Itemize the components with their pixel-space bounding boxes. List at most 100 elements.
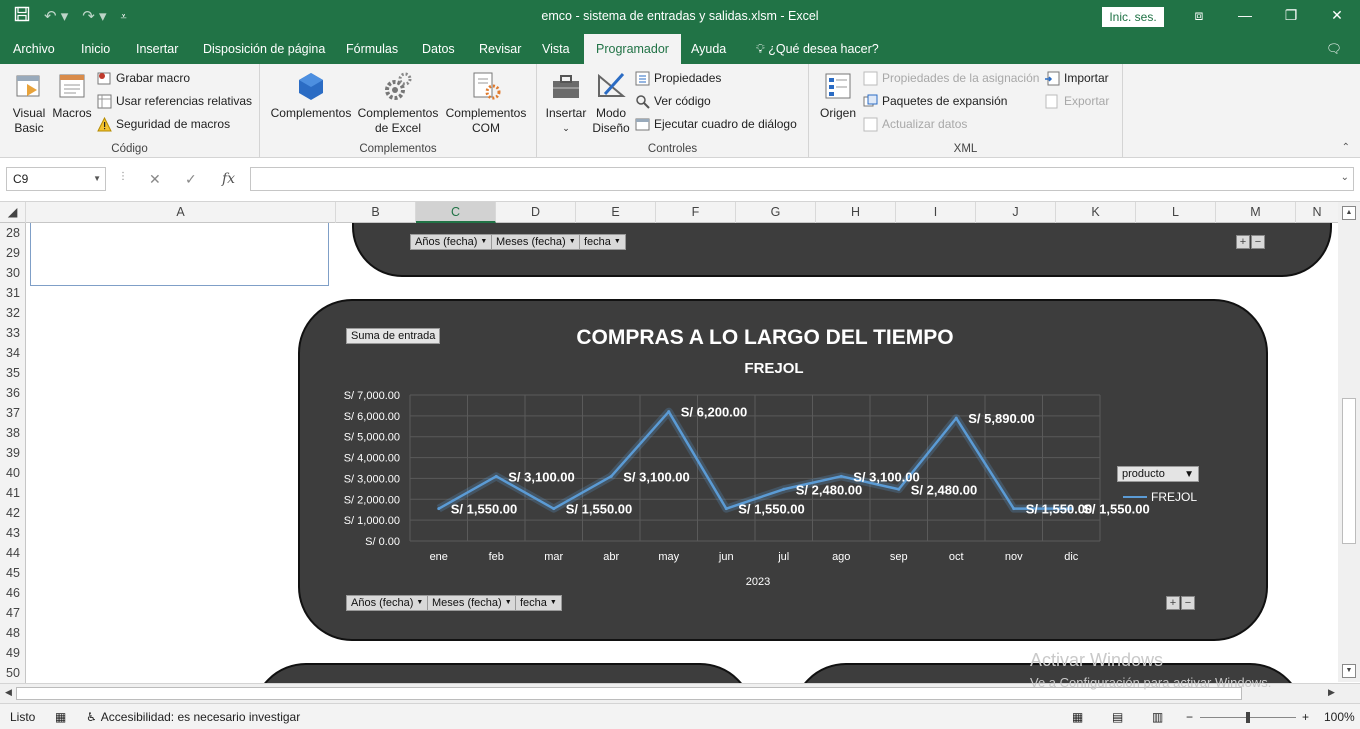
row-header[interactable]: 41 — [0, 483, 25, 503]
comments-icon[interactable]: 🗨︎ — [1318, 34, 1350, 64]
scroll-down-arrow-icon[interactable]: ▼ — [1342, 664, 1356, 678]
zoom-in-icon[interactable]: + — [1302, 710, 1309, 724]
tab-archivo[interactable]: Archivo — [5, 34, 63, 64]
map-properties-button[interactable]: Propiedades de la asignación — [863, 68, 1039, 88]
row-header[interactable]: 46 — [0, 583, 25, 603]
name-box[interactable]: C9 ▼ — [6, 167, 106, 191]
select-all-corner[interactable]: ◢ — [0, 202, 26, 223]
tab-formulas[interactable]: Fórmulas — [338, 34, 406, 64]
view-code-button[interactable]: Ver código — [635, 91, 711, 111]
column-header-m[interactable]: M — [1216, 202, 1296, 223]
macro-security-button[interactable]: Seguridad de macros — [97, 114, 230, 134]
accessibility-status[interactable]: ♿︎ Accesibilidad: es necesario investiga… — [86, 710, 300, 724]
xml-source-button[interactable]: Origen — [815, 70, 861, 121]
collapse-field-button[interactable]: − — [1181, 596, 1195, 610]
row-header[interactable]: 36 — [0, 383, 25, 403]
row-header[interactable]: 38 — [0, 423, 25, 443]
pivot-chart-bottom-right[interactable] — [792, 663, 1304, 683]
tab-revisar[interactable]: Revisar — [471, 34, 529, 64]
column-header-c[interactable]: C — [416, 202, 496, 223]
cancel-icon[interactable]: ✕ — [149, 171, 161, 188]
zoom-level[interactable]: 100% — [1324, 710, 1355, 724]
formula-input[interactable]: ⌄ — [250, 167, 1354, 191]
pivot-chart-bottom-left[interactable] — [252, 663, 754, 683]
row-header[interactable]: 40 — [0, 463, 25, 483]
tab-disposicion[interactable]: Disposición de página — [195, 34, 333, 64]
row-header[interactable]: 35 — [0, 363, 25, 383]
cell-range-a28-a30[interactable] — [30, 223, 329, 286]
row-header[interactable]: 48 — [0, 623, 25, 643]
column-header-d[interactable]: D — [496, 202, 576, 223]
row-header[interactable]: 39 — [0, 443, 25, 463]
com-add-ins-button[interactable]: Complementos COM — [442, 70, 530, 136]
tell-me-search[interactable]: 💡︎ ¿Qué desea hacer? — [748, 34, 887, 64]
row-header[interactable]: 33 — [0, 323, 25, 343]
relative-references-button[interactable]: Usar referencias relativas — [97, 91, 252, 111]
macros-button[interactable]: Macros — [50, 70, 94, 121]
tab-inicio[interactable]: Inicio — [73, 34, 118, 64]
pivot-field-months-button[interactable]: Meses (fecha) ▼ — [491, 234, 581, 250]
row-header[interactable]: 37 — [0, 403, 25, 423]
ribbon-display-options-icon[interactable]: ⧈ — [1176, 0, 1222, 30]
insert-function-icon[interactable]: fx — [222, 171, 235, 187]
expansion-packs-button[interactable]: Paquetes de expansión — [863, 91, 1007, 111]
tab-vista[interactable]: Vista — [534, 34, 578, 64]
column-header-j[interactable]: J — [976, 202, 1056, 223]
expand-field-button[interactable]: + — [1236, 235, 1250, 249]
tab-programador[interactable]: Programador — [584, 34, 681, 64]
vertical-scroll-thumb[interactable] — [1342, 398, 1356, 544]
collapse-field-button[interactable]: − — [1251, 235, 1265, 249]
expand-field-button[interactable]: + — [1166, 596, 1180, 610]
close-icon[interactable]: ✕ — [1314, 0, 1360, 30]
design-mode-button[interactable]: Modo Diseño — [589, 70, 633, 136]
run-dialog-button[interactable]: Ejecutar cuadro de diálogo — [635, 114, 797, 134]
excel-add-ins-button[interactable]: Complementos de Excel — [354, 70, 442, 136]
minimize-icon[interactable]: — — [1222, 0, 1268, 30]
sign-in-button[interactable]: Inic. ses. — [1102, 7, 1164, 27]
restore-icon[interactable]: ❐ — [1268, 0, 1314, 30]
pivot-field-fecha-button[interactable]: fecha ▼ — [579, 234, 626, 250]
column-header-i[interactable]: I — [896, 202, 976, 223]
pivot-field-fecha-button[interactable]: fecha ▼ — [515, 595, 562, 611]
insert-control-button[interactable]: Insertar ⌄ — [543, 70, 589, 136]
row-header[interactable]: 47 — [0, 603, 25, 623]
horizontal-scrollbar[interactable]: ◀ ▶ — [0, 683, 1360, 703]
horizontal-scroll-thumb[interactable] — [16, 687, 1242, 700]
zoom-slider-handle[interactable] — [1246, 712, 1250, 723]
row-header[interactable]: 49 — [0, 643, 25, 663]
row-header[interactable]: 29 — [0, 243, 25, 263]
add-ins-button[interactable]: Complementos — [268, 70, 354, 121]
row-header[interactable]: 44 — [0, 543, 25, 563]
tab-ayuda[interactable]: Ayuda — [683, 34, 734, 64]
column-header-f[interactable]: F — [656, 202, 736, 223]
column-header-n[interactable]: N — [1296, 202, 1338, 223]
page-break-view-icon[interactable]: ▥ — [1152, 710, 1163, 724]
pivot-field-years-button[interactable]: Años (fecha) ▼ — [410, 234, 493, 250]
pivot-chart-compras[interactable]: Suma de entrada COMPRAS A LO LARGO DEL T… — [298, 299, 1268, 641]
refresh-data-button[interactable]: Actualizar datos — [863, 114, 967, 134]
column-header-g[interactable]: G — [736, 202, 816, 223]
legend-filter-producto-button[interactable]: producto ▼ — [1117, 466, 1199, 482]
column-header-a[interactable]: A — [26, 202, 336, 223]
scroll-up-arrow-icon[interactable]: ▲ — [1342, 206, 1356, 220]
column-header-e[interactable]: E — [576, 202, 656, 223]
column-header-l[interactable]: L — [1136, 202, 1216, 223]
row-header[interactable]: 30 — [0, 263, 25, 283]
row-header[interactable]: 32 — [0, 303, 25, 323]
macro-recording-icon[interactable]: ▦ — [55, 710, 66, 724]
collapse-ribbon-icon[interactable]: ⌃ — [1342, 142, 1350, 153]
column-header-h[interactable]: H — [816, 202, 896, 223]
row-header[interactable]: 31 — [0, 283, 25, 303]
record-macro-button[interactable]: Grabar macro — [97, 68, 190, 88]
export-button[interactable]: Exportar — [1045, 91, 1109, 111]
pivot-chart-top[interactable]: Años (fecha) ▼ Meses (fecha) ▼ fecha ▼ + − — [352, 223, 1332, 277]
row-header[interactable]: 45 — [0, 563, 25, 583]
worksheet-grid[interactable]: Años (fecha) ▼ Meses (fecha) ▼ fecha ▼ + − … — [26, 223, 1338, 683]
zoom-out-icon[interactable]: − — [1186, 710, 1193, 724]
tab-datos[interactable]: Datos — [414, 34, 463, 64]
row-header[interactable]: 28 — [0, 223, 25, 243]
row-header[interactable]: 50 — [0, 663, 25, 683]
row-header[interactable]: 42 — [0, 503, 25, 523]
column-header-b[interactable]: B — [336, 202, 416, 223]
row-header[interactable]: 34 — [0, 343, 25, 363]
